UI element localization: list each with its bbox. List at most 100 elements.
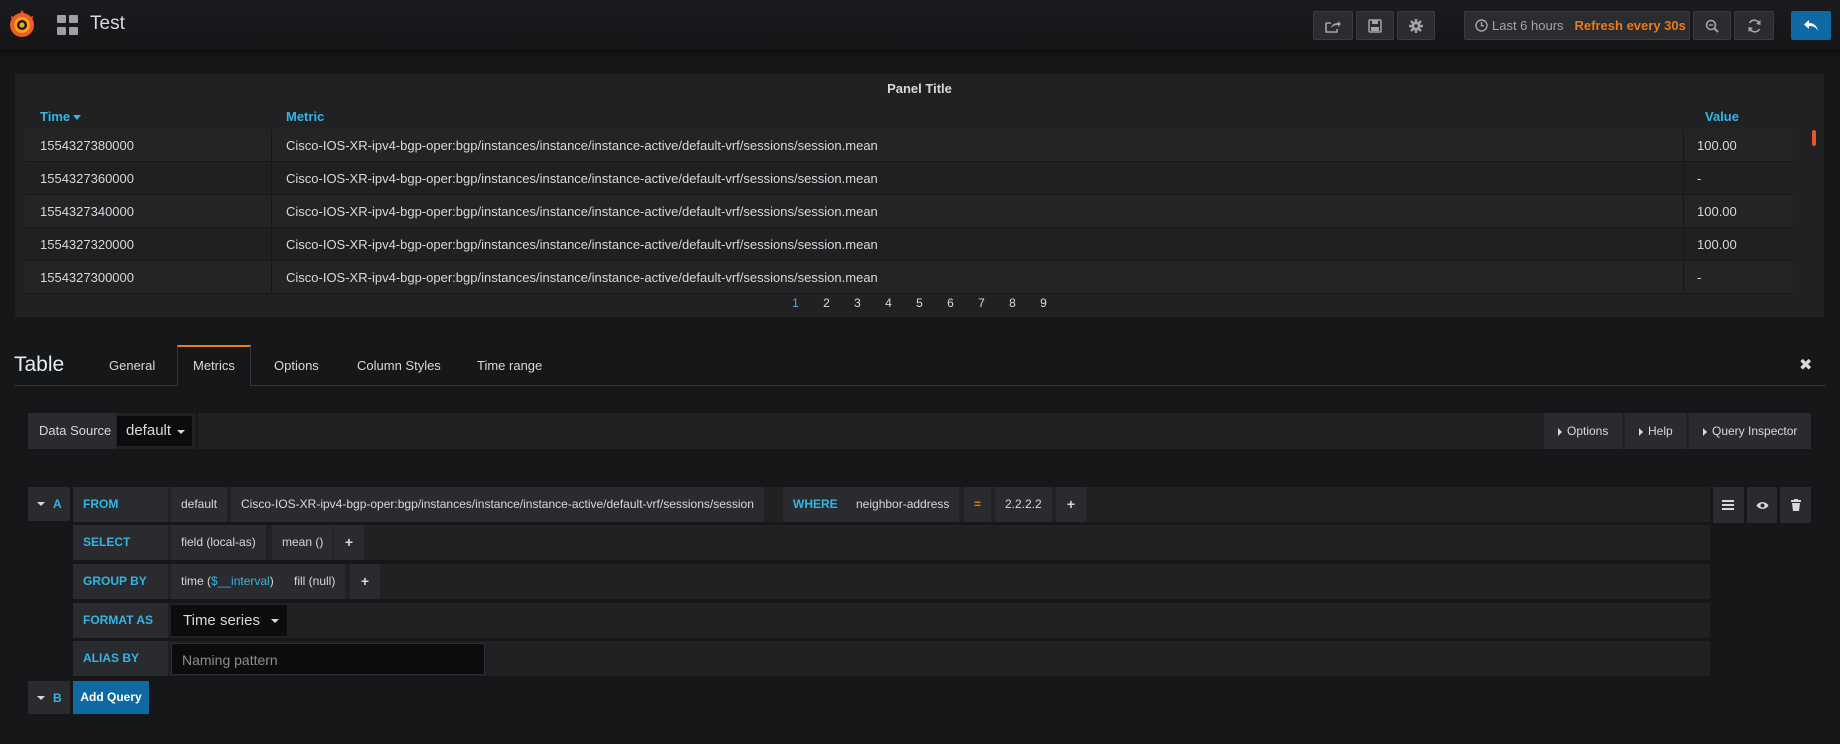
- caret-down-icon: [37, 502, 45, 506]
- column-header-time-label: Time: [40, 109, 71, 124]
- query-row-select: SELECT field (local-as) mean () +: [73, 525, 1710, 560]
- panel-title[interactable]: Panel Title: [15, 81, 1824, 96]
- caret-right-icon: [1703, 427, 1707, 436]
- where-operator-segment[interactable]: =: [964, 487, 992, 522]
- cell-time: 1554327340000: [25, 195, 272, 228]
- grafana-logo-icon[interactable]: [6, 8, 38, 40]
- page-link[interactable]: 9: [1028, 296, 1059, 310]
- query-inspector-button[interactable]: Query Inspector: [1689, 413, 1811, 449]
- time-picker-button[interactable]: Last 6 hours Refresh every 30s: [1464, 11, 1690, 40]
- tab-time-range[interactable]: Time range: [462, 345, 557, 386]
- group-by-time-prefix: time (: [181, 574, 211, 588]
- page-link[interactable]: 7: [966, 296, 997, 310]
- add-select-button[interactable]: +: [334, 525, 364, 560]
- select-field-segment[interactable]: field (local-as): [171, 525, 266, 560]
- caret-right-icon: [1558, 427, 1562, 436]
- query-row-group-by: GROUP BY time ($__interval) fill (null) …: [73, 564, 1710, 599]
- datasource-select[interactable]: default: [117, 416, 192, 446]
- share-button[interactable]: [1313, 11, 1353, 40]
- page-link[interactable]: 6: [935, 296, 966, 310]
- column-header-metric[interactable]: Metric: [286, 109, 324, 124]
- retention-policy-segment[interactable]: default: [171, 487, 228, 522]
- cell-metric: Cisco-IOS-XR-ipv4-bgp-oper:bgp/instances…: [272, 228, 1684, 261]
- table-header: Time Metric Value: [25, 109, 1814, 127]
- help-toggle-label: Help: [1648, 424, 1673, 438]
- query-a-collapse-toggle[interactable]: A: [28, 487, 70, 521]
- interval-variable: $__interval: [211, 574, 270, 588]
- dashboard-title[interactable]: Test: [90, 13, 125, 35]
- zoom-out-button[interactable]: [1693, 11, 1731, 40]
- options-toggle-button[interactable]: Options: [1544, 413, 1622, 449]
- group-by-time-suffix: ): [269, 574, 274, 588]
- cell-time: 1554327320000: [25, 228, 272, 261]
- fill-segment[interactable]: fill (null): [284, 564, 346, 599]
- select-function-segment[interactable]: mean (): [272, 525, 334, 560]
- query-b-collapse-toggle[interactable]: B: [28, 681, 70, 714]
- add-group-by-button[interactable]: +: [350, 564, 380, 599]
- tab-options[interactable]: Options: [259, 345, 334, 386]
- group-by-label: GROUP BY: [73, 564, 168, 599]
- add-where-button[interactable]: +: [1056, 487, 1086, 522]
- cell-value: -: [1697, 270, 1702, 285]
- cell-time: 1554327300000: [25, 261, 272, 294]
- cell-metric: Cisco-IOS-XR-ipv4-bgp-oper:bgp/instances…: [272, 162, 1684, 195]
- tab-column-styles[interactable]: Column Styles: [342, 345, 456, 386]
- tab-general[interactable]: General: [94, 345, 170, 386]
- where-keyword: WHERE: [783, 487, 848, 522]
- cell-value: -: [1697, 171, 1702, 186]
- editor-title: Table: [14, 353, 65, 376]
- alias-by-input[interactable]: Naming pattern: [171, 643, 485, 675]
- datasource-row: Data Source default Options Help Query I…: [28, 413, 1811, 449]
- table-panel: Panel Title Time Metric Value 1554327380…: [15, 74, 1824, 317]
- query-row-alias-by: ALIAS BY Naming pattern: [73, 641, 1710, 676]
- where-value-segment[interactable]: 2.2.2.2: [995, 487, 1052, 522]
- top-navbar: Test Last 6 hours Refresh every 30s: [0, 0, 1840, 51]
- page-link[interactable]: 2: [811, 296, 842, 310]
- cell-time: 1554327380000: [25, 129, 272, 162]
- caret-down-icon: [37, 695, 45, 700]
- table-row: 1554327340000 Cisco-IOS-XR-ipv4-bgp-oper…: [25, 195, 1793, 228]
- query-inspector-label: Query Inspector: [1712, 424, 1798, 438]
- alias-by-label: ALIAS BY: [73, 641, 168, 676]
- query-row-format-as: FORMAT AS Time series: [73, 603, 1710, 638]
- where-key-segment[interactable]: neighbor-address: [846, 487, 960, 522]
- query-menu-button[interactable]: [1713, 487, 1744, 523]
- column-header-time[interactable]: Time: [40, 109, 82, 124]
- page-link[interactable]: 8: [997, 296, 1028, 310]
- format-as-select[interactable]: Time series: [171, 605, 287, 636]
- page-link[interactable]: 4: [873, 296, 904, 310]
- back-to-dashboard-button[interactable]: [1791, 11, 1831, 40]
- delete-query-button[interactable]: [1780, 487, 1812, 523]
- column-header-value[interactable]: Value: [1705, 109, 1739, 124]
- page-link[interactable]: 1: [780, 296, 811, 310]
- trash-icon: [1790, 499, 1801, 511]
- zoom-out-icon: [1705, 19, 1719, 33]
- query-a-actions: [1713, 487, 1812, 523]
- tab-metrics[interactable]: Metrics: [177, 345, 251, 386]
- save-icon: [1368, 18, 1382, 33]
- chevron-down-icon: [177, 430, 185, 434]
- table-scrollbar[interactable]: [1812, 130, 1816, 146]
- toggle-query-visibility-button[interactable]: [1746, 487, 1778, 523]
- share-icon: [1325, 20, 1341, 33]
- group-by-time-segment[interactable]: time ($__interval): [171, 564, 284, 599]
- from-label: FROM: [73, 487, 168, 522]
- select-label: SELECT: [73, 525, 168, 560]
- close-editor-icon[interactable]: ✖: [1799, 355, 1812, 375]
- help-toggle-button[interactable]: Help: [1625, 413, 1686, 449]
- add-query-button[interactable]: Add Query: [73, 681, 149, 714]
- gear-icon: [1409, 18, 1423, 33]
- time-range-label: Last 6 hours: [1492, 18, 1564, 33]
- settings-button[interactable]: [1397, 11, 1435, 40]
- measurement-segment[interactable]: Cisco-IOS-XR-ipv4-bgp-oper:bgp/instances…: [231, 487, 764, 522]
- table-row: 1554327300000 Cisco-IOS-XR-ipv4-bgp-oper…: [25, 261, 1793, 294]
- page-link[interactable]: 5: [904, 296, 935, 310]
- cell-value: 100.00: [1697, 204, 1737, 219]
- cell-value: 100.00: [1697, 138, 1737, 153]
- pagination: 1 2 3 4 5 6 7 8 9: [15, 296, 1824, 310]
- dashboards-grid-icon[interactable]: [57, 15, 79, 35]
- refresh-button[interactable]: [1734, 11, 1774, 40]
- page-link[interactable]: 3: [842, 296, 873, 310]
- chevron-down-icon: [271, 619, 279, 623]
- save-dashboard-button[interactable]: [1356, 11, 1394, 40]
